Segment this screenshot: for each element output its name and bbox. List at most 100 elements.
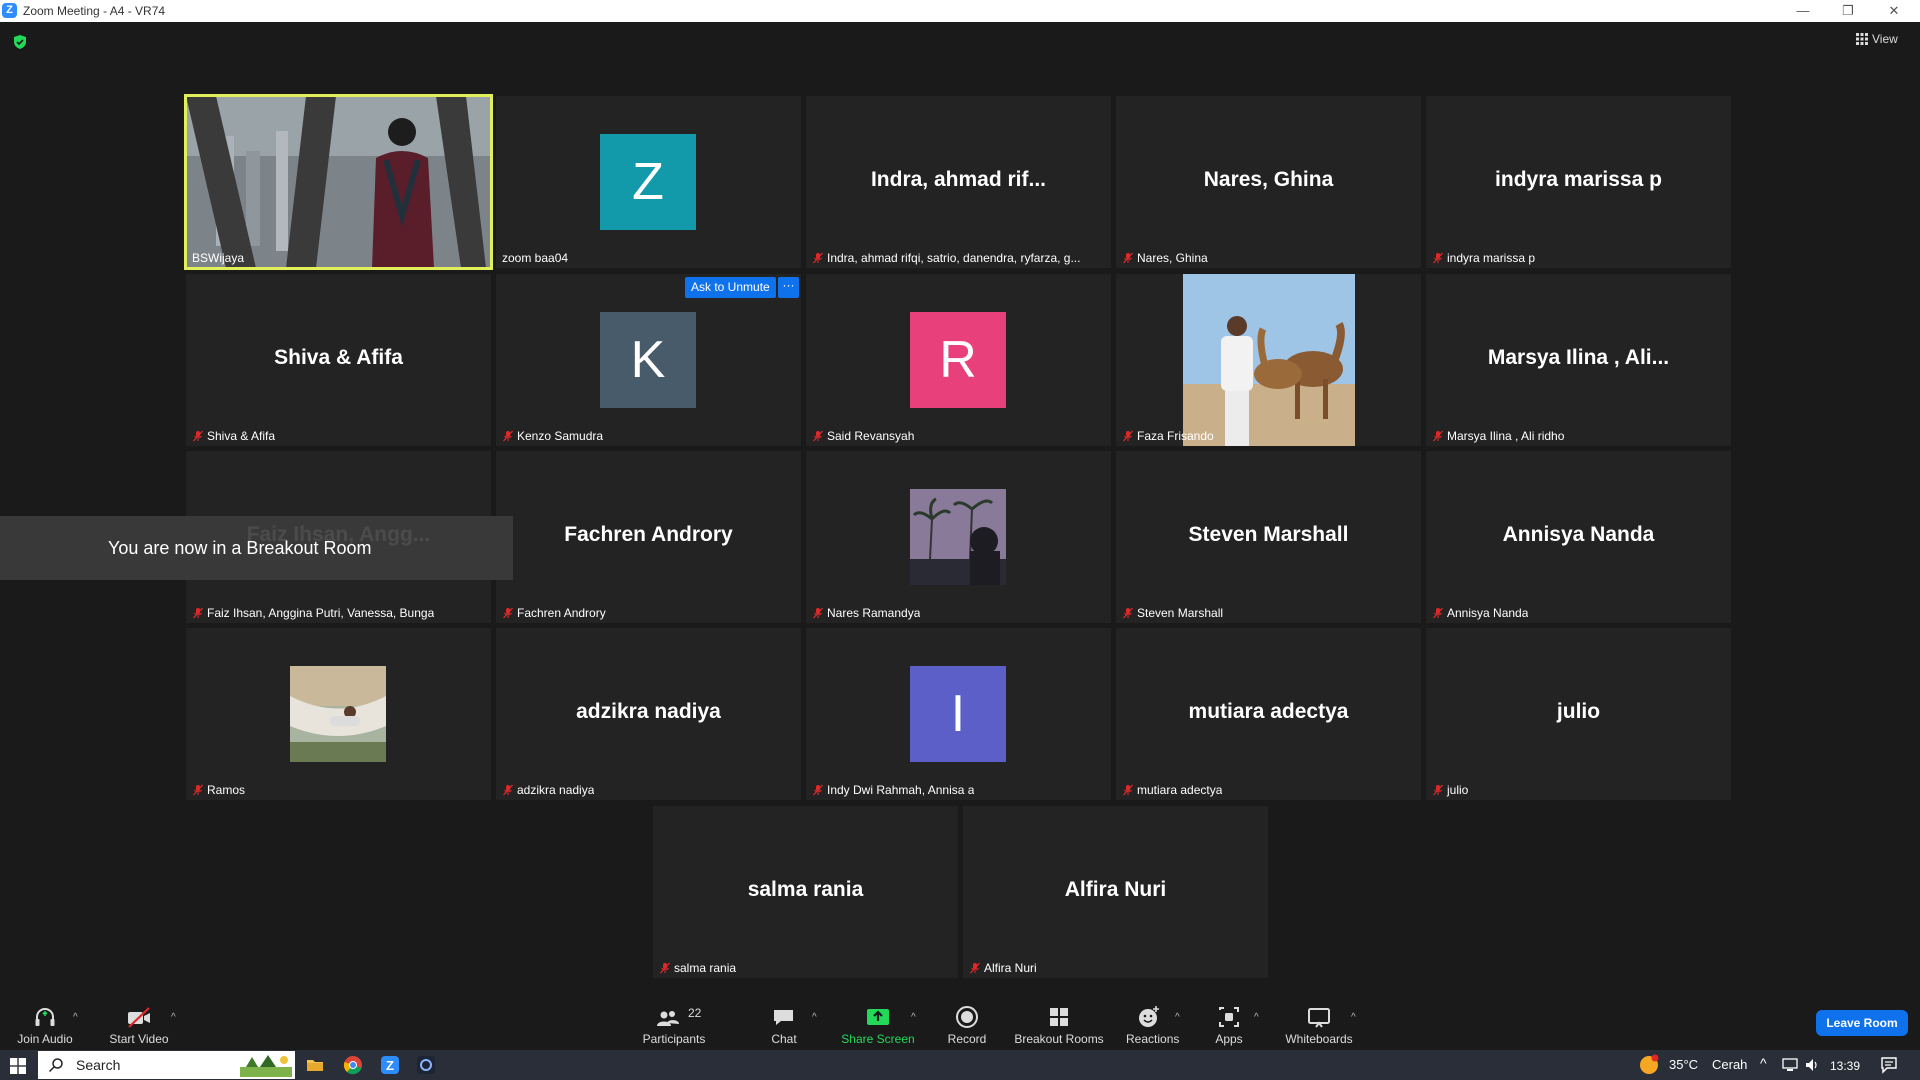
participants-label: Participants: [642, 1032, 706, 1046]
participant-tile-shiva-afifa[interactable]: Shiva & Afifa Shiva & Afifa: [186, 274, 491, 446]
tray-expand-chevron-icon[interactable]: ^: [1760, 1055, 1767, 1071]
participant-tile-annisya-nanda[interactable]: Annisya Nanda Annisya Nanda: [1426, 451, 1731, 623]
zoom-logo-icon: Z: [2, 3, 17, 18]
join-audio-button[interactable]: Join Audio: [14, 1004, 76, 1050]
taskbar-search-label: Search: [76, 1057, 121, 1073]
participant-name-label: Alfira Nuri: [969, 960, 1037, 976]
share-options-caret-icon[interactable]: ^: [911, 1012, 916, 1023]
participant-tile-said-revansyah[interactable]: R Said Revansyah: [806, 274, 1111, 446]
minimize-button[interactable]: —: [1789, 2, 1817, 20]
leave-room-button[interactable]: Leave Room: [1816, 1010, 1908, 1036]
participant-tile-kenzo-samudra[interactable]: K Kenzo Samudra: [496, 274, 801, 446]
network-icon[interactable]: [1782, 1057, 1798, 1073]
participant-tile-nares-ramandya[interactable]: Nares Ramandya: [806, 451, 1111, 623]
muted-mic-icon: [660, 962, 670, 974]
participant-count: 22: [688, 1006, 702, 1020]
record-button[interactable]: Record: [942, 1004, 992, 1050]
apps-button[interactable]: Apps: [1214, 1004, 1244, 1050]
view-button[interactable]: View: [1856, 32, 1898, 46]
participant-name: Fachren Androry: [517, 606, 606, 620]
ask-to-unmute-button[interactable]: Ask to Unmute: [685, 277, 776, 298]
zoom-taskbar-icon[interactable]: Z: [380, 1055, 400, 1075]
participant-name-label: Indy Dwi Rahmah, Annisa a: [812, 782, 974, 798]
participant-tile-adzikra-nadiya[interactable]: adzikra nadiya adzikra nadiya: [496, 628, 801, 800]
participant-avatar: K: [600, 312, 696, 408]
participant-tile-faza-frisando[interactable]: Faza Frisando: [1116, 274, 1421, 446]
participant-name: Steven Marshall: [1137, 606, 1224, 620]
breakout-rooms-button[interactable]: Breakout Rooms: [1013, 1004, 1105, 1050]
start-video-button[interactable]: Start Video: [104, 1004, 174, 1050]
record-icon: [956, 1006, 978, 1028]
participant-name-label: Faza Frisando: [1122, 428, 1214, 444]
record-label: Record: [947, 1032, 987, 1046]
participant-tile-indyra-marissa-p[interactable]: indyra marissa p indyra marissa p: [1426, 96, 1731, 268]
participant-profile-photo: [910, 489, 1006, 585]
participant-tile-alfira-nuri[interactable]: Alfira Nuri Alfira Nuri: [963, 806, 1268, 978]
participant-name: adzikra nadiya: [517, 783, 595, 797]
participant-display-name: Nares, Ghina: [1203, 168, 1334, 191]
breakout-room-notification: You are now in a Breakout Room: [0, 516, 513, 580]
weather-sun-icon[interactable]: [1638, 1054, 1660, 1076]
participant-tile-indy-dwi-rahmah-annisa-a[interactable]: I Indy Dwi Rahmah, Annisa a: [806, 628, 1111, 800]
participant-profile-photo: [290, 666, 386, 762]
windows-start-icon[interactable]: [10, 1058, 26, 1074]
whiteboards-button[interactable]: Whiteboards: [1284, 1004, 1354, 1050]
participant-tile-marsya-ilina-ali-ridho[interactable]: Marsya Ilina , Ali... Marsya Ilina , Ali …: [1426, 274, 1731, 446]
participant-tile-zoom-baa04[interactable]: Zzoom baa04: [496, 96, 801, 268]
participant-name-label: Fachren Androry: [502, 605, 606, 621]
chat-options-caret-icon[interactable]: ^: [812, 1012, 817, 1023]
participant-tile-julio[interactable]: julio julio: [1426, 628, 1731, 800]
participant-name: Nares, Ghina: [1137, 251, 1208, 265]
participant-tile-steven-marshall[interactable]: Steven Marshall Steven Marshall: [1116, 451, 1421, 623]
participant-tile-bswijaya[interactable]: BSWijaya: [184, 94, 493, 270]
participant-tile-salma-rania[interactable]: salma rania salma rania: [653, 806, 958, 978]
reactions-options-caret-icon[interactable]: ^: [1175, 1012, 1180, 1023]
participant-name-label: Nares Ramandya: [812, 605, 920, 621]
taskbar-clock[interactable]: 13:39: [1830, 1059, 1860, 1073]
participants-button[interactable]: 22 Participants: [640, 1004, 708, 1050]
muted-mic-icon: [503, 430, 513, 442]
participant-tile-indra-ahmad-rifqi-satrio-danendra-ryfarza-g[interactable]: Indra, ahmad rif... Indra, ahmad rifqi, s…: [806, 96, 1111, 268]
participant-avatar: R: [910, 312, 1006, 408]
participant-tile-fachren-androry[interactable]: Fachren Androry Fachren Androry: [496, 451, 801, 623]
meeting-toolbar: Join Audio ^ Start Video ^ 22 Participan…: [0, 1004, 1920, 1050]
participant-name: Indy Dwi Rahmah, Annisa a: [827, 783, 975, 797]
weather-temperature[interactable]: 35°C: [1669, 1057, 1698, 1072]
file-explorer-icon[interactable]: [306, 1056, 324, 1074]
close-button[interactable]: ✕: [1880, 2, 1908, 20]
participant-tile-ramos[interactable]: Ramos: [186, 628, 491, 800]
encryption-shield-icon[interactable]: [12, 34, 28, 50]
audio-options-caret-icon[interactable]: ^: [73, 1012, 78, 1023]
participant-name: Indra, ahmad rifqi, satrio, danendra, ry…: [827, 251, 1081, 265]
muted-mic-icon: [1123, 430, 1133, 442]
video-options-caret-icon[interactable]: ^: [171, 1012, 176, 1023]
chat-button[interactable]: Chat: [762, 1004, 806, 1050]
participant-tile-mutiara-adectya[interactable]: mutiara adectya mutiara adectya: [1116, 628, 1421, 800]
whiteboards-options-caret-icon[interactable]: ^: [1351, 1012, 1356, 1023]
participant-name: Annisya Nanda: [1447, 606, 1529, 620]
participant-name-label: mutiara adectya: [1122, 782, 1222, 798]
view-label: View: [1872, 32, 1898, 46]
participant-tile-nares-ghina[interactable]: Nares, Ghina Nares, Ghina: [1116, 96, 1421, 268]
participant-name-label: Said Revansyah: [812, 428, 914, 444]
participant-name-label: Nares, Ghina: [1122, 250, 1208, 266]
share-screen-button[interactable]: Share Screen: [838, 1004, 918, 1050]
participant-display-name: Alfira Nuri: [1064, 878, 1167, 901]
notifications-icon[interactable]: [1880, 1056, 1898, 1074]
weather-condition[interactable]: Cerah: [1712, 1057, 1747, 1072]
participant-display-name: adzikra nadiya: [576, 700, 721, 723]
restore-button[interactable]: ❐: [1834, 2, 1862, 20]
volume-icon[interactable]: [1804, 1057, 1820, 1073]
participant-name: julio: [1447, 783, 1469, 797]
muted-mic-icon: [813, 784, 823, 796]
chrome-icon[interactable]: [343, 1055, 363, 1075]
participant-name-label: julio: [1432, 782, 1468, 798]
app-taskbar-icon[interactable]: [416, 1055, 436, 1075]
participant-name-label: Indra, ahmad rifqi, satrio, danendra, ry…: [812, 250, 1080, 266]
reactions-button[interactable]: Reactions: [1126, 1004, 1179, 1050]
muted-mic-icon: [1123, 252, 1133, 264]
taskbar-search-box[interactable]: Search: [38, 1051, 295, 1079]
search-icon: [48, 1058, 63, 1073]
more-options-button[interactable]: ···: [778, 277, 799, 298]
apps-options-caret-icon[interactable]: ^: [1254, 1012, 1259, 1023]
